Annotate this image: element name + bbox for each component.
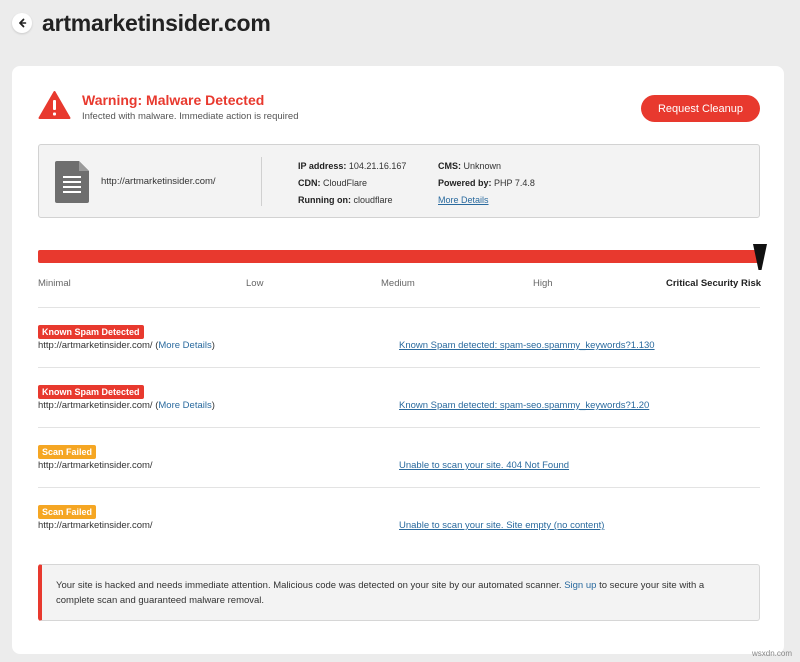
- cms-value: Unknown: [463, 161, 502, 171]
- page-header: artmarketinsider.com: [12, 9, 271, 37]
- server-info-column: IP address: 104.21.16.167 CDN: CloudFlar…: [298, 158, 406, 209]
- back-button[interactable]: [12, 13, 32, 33]
- malware-warning: Warning: Malware Detected Infected with …: [38, 90, 299, 122]
- cms-label: CMS:: [438, 161, 461, 171]
- ip-value: 104.21.16.167: [348, 161, 407, 171]
- cdn-label: CDN:: [298, 178, 321, 188]
- more-details-link[interactable]: More Details: [438, 195, 489, 205]
- finding-detail-link[interactable]: Known Spam detected: spam-seo.spammy_key…: [399, 340, 655, 351]
- row-divider: [38, 487, 760, 488]
- risk-label-medium: Medium: [381, 278, 415, 289]
- finding-url: http://artmarketinsider.com/: [38, 460, 153, 471]
- request-cleanup-button[interactable]: Request Cleanup: [641, 95, 760, 122]
- risk-label-minimal: Minimal: [38, 278, 71, 289]
- spam-detected-badge: Known Spam Detected: [38, 325, 144, 339]
- spam-detected-badge: Known Spam Detected: [38, 385, 144, 399]
- finding-row: Scan Failed http://artmarketinsider.com/…: [38, 502, 760, 531]
- running-on-label: Running on:: [298, 195, 351, 205]
- document-icon: [55, 161, 89, 203]
- risk-label-low: Low: [246, 278, 264, 289]
- risk-level-marker: [753, 244, 767, 270]
- finding-url: http://artmarketinsider.com/ (More Detai…: [38, 400, 215, 411]
- site-info-panel: http://artmarketinsider.com/ IP address:…: [38, 144, 760, 218]
- finding-detail-link[interactable]: Unable to scan your site. Site empty (no…: [399, 520, 604, 531]
- finding-row: Scan Failed http://artmarketinsider.com/…: [38, 442, 760, 471]
- warning-subtitle: Infected with malware. Immediate action …: [82, 111, 299, 122]
- finding-url: http://artmarketinsider.com/: [38, 520, 153, 531]
- sign-up-link[interactable]: Sign up: [564, 580, 596, 591]
- finding-row: Known Spam Detected http://artmarketinsi…: [38, 382, 760, 411]
- running-on-value: cloudflare: [353, 195, 393, 205]
- page-title: artmarketinsider.com: [42, 9, 271, 36]
- platform-info-column: CMS: Unknown Powered by: PHP 7.4.8 More …: [438, 158, 535, 209]
- paren-close: ): [211, 340, 215, 351]
- scan-report-card: Warning: Malware Detected Infected with …: [12, 66, 784, 654]
- info-divider: [261, 157, 262, 206]
- ip-label: IP address:: [298, 161, 347, 171]
- watermark: wsxdn.com: [751, 649, 792, 658]
- finding-url: http://artmarketinsider.com/ (More Detai…: [38, 340, 215, 351]
- finding-detail-link[interactable]: Known Spam detected: spam-seo.spammy_key…: [399, 400, 649, 411]
- finding-more-details-link[interactable]: More Details: [158, 400, 211, 411]
- finding-detail-link[interactable]: Unable to scan your site. 404 Not Found: [399, 460, 569, 471]
- risk-label-critical: Critical Security Risk: [666, 278, 762, 289]
- cdn-value: CloudFlare: [323, 178, 368, 188]
- risk-label-high: High: [533, 278, 553, 289]
- finding-url-text: http://artmarketinsider.com/: [38, 340, 153, 351]
- powered-by-label: Powered by:: [438, 178, 492, 188]
- alert-text-before: Your site is hacked and needs immediate …: [56, 580, 565, 591]
- finding-row: Known Spam Detected http://artmarketinsi…: [38, 322, 760, 351]
- powered-by-value: PHP 7.4.8: [494, 178, 535, 188]
- row-divider: [38, 367, 760, 368]
- hacked-site-alert: Your site is hacked and needs immediate …: [38, 564, 760, 621]
- finding-more-details-link[interactable]: More Details: [158, 340, 211, 351]
- site-url: http://artmarketinsider.com/: [101, 176, 216, 187]
- paren-close: ): [211, 400, 215, 411]
- row-divider: [38, 427, 760, 428]
- scan-failed-badge: Scan Failed: [38, 505, 97, 519]
- warning-triangle-icon: [38, 91, 71, 119]
- finding-url-text: http://artmarketinsider.com/: [38, 400, 153, 411]
- scan-failed-badge: Scan Failed: [38, 445, 97, 459]
- warning-title: Warning: Malware Detected: [82, 92, 265, 108]
- section-divider: [38, 307, 760, 308]
- security-risk-bar: [38, 250, 760, 263]
- arrow-left-icon: [19, 18, 27, 28]
